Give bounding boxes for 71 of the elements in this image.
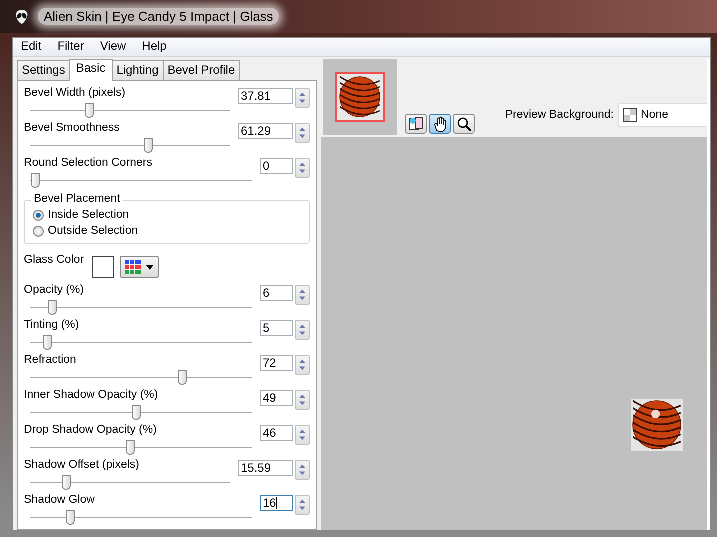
value-field[interactable]: 61.29 — [238, 123, 293, 139]
spinner-icon[interactable] — [295, 355, 310, 375]
hand-icon — [434, 116, 446, 132]
menu-item[interactable]: Help — [134, 38, 175, 56]
menu-item[interactable]: Edit — [13, 38, 50, 56]
value-field[interactable]: 5 — [260, 320, 293, 336]
compare-icon — [410, 118, 424, 130]
tab[interactable]: Lighting — [112, 60, 164, 81]
slider-label: Bevel Smoothness — [24, 121, 121, 134]
slider-label: Opacity (%) — [24, 283, 86, 296]
tab[interactable]: Settings — [17, 60, 70, 81]
value-field[interactable]: 49 — [260, 390, 293, 406]
radio-label[interactable]: Outside Selection — [48, 225, 138, 237]
slider-thumb[interactable] — [132, 404, 142, 420]
value-field[interactable]: 6 — [260, 285, 293, 301]
slider-label: Tinting (%) — [24, 318, 80, 331]
radio-button[interactable] — [33, 226, 44, 236]
slider-thumb[interactable] — [48, 300, 57, 314]
slider-thumb[interactable] — [66, 510, 76, 524]
preview-background-dropdown[interactable]: None — [618, 103, 707, 127]
tab[interactable]: Basic — [69, 59, 113, 81]
color-label: Glass Color — [24, 253, 84, 266]
slider-thumb[interactable] — [31, 172, 40, 188]
slider-thumb[interactable] — [84, 102, 94, 118]
spinner-icon[interactable] — [295, 123, 310, 143]
spinner-icon[interactable] — [295, 460, 310, 480]
slider-label: Drop Shadow Opacity (%) — [24, 423, 158, 436]
slider-label: Shadow Glow — [24, 493, 96, 506]
checker-icon — [623, 108, 637, 122]
value-field[interactable]: 0 — [260, 158, 293, 174]
preview-thumbnail[interactable] — [335, 72, 385, 122]
value-field[interactable]: 72 — [260, 355, 293, 371]
value-field[interactable]: 16 — [260, 495, 293, 511]
tab[interactable]: Bevel Profile — [162, 60, 240, 81]
slider-label: Bevel Width (pixels) — [24, 86, 127, 99]
sphere-drawing — [340, 76, 380, 118]
slider-thumb[interactable] — [144, 138, 153, 152]
spinner-icon[interactable] — [295, 285, 310, 305]
tool-button[interactable] — [405, 114, 427, 134]
caret-icon — [146, 264, 154, 270]
slider-thumb[interactable] — [178, 370, 187, 384]
search-icon — [458, 118, 472, 132]
spinner-icon[interactable] — [295, 158, 310, 178]
radio-label[interactable]: Inside Selection — [48, 209, 130, 221]
spinner-icon[interactable] — [295, 320, 310, 340]
value-field[interactable]: 46 — [260, 425, 293, 441]
slider-label: Refraction — [24, 353, 78, 366]
slider-label: Shadow Offset (pixels) — [24, 458, 140, 471]
slider-label: Inner Shadow Opacity (%) — [24, 388, 160, 401]
group-title: Bevel Placement — [31, 193, 124, 205]
tool-button[interactable] — [453, 114, 475, 134]
spinner-icon[interactable] — [295, 425, 310, 445]
palette-icon — [125, 260, 142, 274]
slider-thumb[interactable] — [126, 440, 136, 454]
slider-label: Round Selection Corners — [24, 156, 154, 169]
menu-item[interactable]: View — [92, 38, 134, 56]
spinner-icon[interactable] — [295, 88, 310, 108]
slider-thumb[interactable] — [62, 474, 72, 490]
alien-head-icon — [14, 8, 30, 24]
value-field[interactable]: 37.81 — [238, 88, 293, 104]
menu-item[interactable]: Filter — [50, 38, 92, 56]
radio-button[interactable] — [33, 210, 44, 220]
slider-thumb[interactable] — [43, 334, 52, 350]
spinner-icon[interactable] — [295, 495, 310, 515]
window-title: Alien Skin | Eye Candy 5 Impact | Glass — [38, 8, 280, 25]
spinner-icon[interactable] — [295, 390, 310, 410]
value-field[interactable]: 15.59 — [238, 460, 293, 476]
color-picker-button[interactable] — [120, 256, 160, 278]
preview-background-label: Preview Background: — [505, 109, 614, 121]
color-swatch[interactable] — [92, 256, 114, 278]
tool-button[interactable] — [429, 114, 451, 134]
